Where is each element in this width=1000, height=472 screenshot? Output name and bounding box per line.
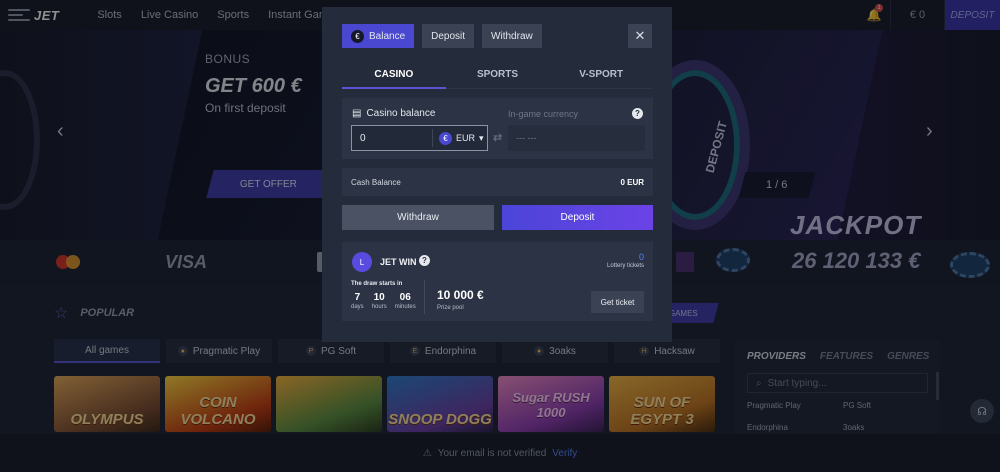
prize-pool-value: 10 000 €: [437, 288, 484, 302]
euro-icon: €: [351, 29, 364, 43]
wallet-mode-buttons: € Balance Deposit Withdraw: [342, 24, 542, 48]
casino-balance-box: ▤ Casino balance In-game currency ? € EU…: [342, 98, 653, 159]
close-icon[interactable]: ✕: [628, 24, 652, 48]
euro-icon: €: [439, 131, 452, 145]
tab-casino[interactable]: CASINO: [342, 61, 446, 89]
minutes-value: 06: [399, 292, 411, 303]
wallet-tabs: CASINO SPORTS V-SPORT: [342, 61, 654, 89]
days-value: 7: [354, 292, 361, 303]
cash-balance-label: Cash Balance: [351, 177, 401, 187]
deposit-button[interactable]: Deposit: [422, 24, 475, 48]
ingame-currency-label: In-game currency: [508, 109, 579, 119]
divider: [424, 280, 425, 314]
help-icon[interactable]: ?: [419, 255, 430, 266]
countdown-minutes: 06 minutes: [395, 292, 416, 310]
countdown-hours: 10 hours: [372, 292, 387, 310]
currency-select[interactable]: € EUR ▾: [432, 129, 484, 147]
withdraw-action-button[interactable]: Withdraw: [342, 205, 494, 230]
caret-down-icon: ▾: [479, 132, 484, 143]
draw-starts-label: The draw starts in: [351, 281, 403, 287]
lottery-tickets-label: Lottery tickets: [606, 263, 644, 269]
draw-countdown: 7 days 10 hours 06 minutes: [351, 292, 416, 310]
deposit-action-button[interactable]: Deposit: [502, 205, 653, 230]
amount-input[interactable]: [352, 127, 430, 149]
wallet-modal: € Balance Deposit Withdraw ✕ CASINO SPOR…: [322, 7, 672, 342]
jet-win-logo: L: [352, 252, 372, 272]
balance-button[interactable]: € Balance: [342, 24, 415, 48]
swap-icon[interactable]: ⇄: [493, 131, 502, 144]
cash-balance-row: Cash Balance 0 EUR: [342, 168, 653, 196]
jet-win-title: JET WIN: [380, 257, 417, 267]
amount-field: € EUR ▾: [351, 125, 488, 151]
minutes-label: minutes: [394, 304, 416, 310]
days-label: days: [351, 304, 364, 310]
withdraw-button[interactable]: Withdraw: [482, 24, 542, 48]
tab-v-sport[interactable]: V-SPORT: [549, 61, 654, 89]
hours-label: hours: [371, 304, 387, 310]
balance-button-label: Balance: [369, 30, 406, 42]
jet-win-lottery: L JET WIN ? 0 Lottery tickets The draw s…: [342, 242, 653, 321]
ingame-currency-input[interactable]: --- ---: [508, 125, 645, 151]
cash-balance-value: 0 EUR: [620, 177, 644, 187]
casino-balance-text: Casino balance: [366, 108, 436, 119]
get-ticket-button[interactable]: Get ticket: [591, 291, 644, 313]
help-icon[interactable]: ?: [632, 108, 643, 119]
currency-value: EUR: [456, 133, 476, 143]
prize-pool-label: Prize pool: [437, 305, 464, 311]
wallet-icon: ▤: [352, 108, 362, 119]
hours-value: 10: [373, 292, 385, 303]
countdown-days: 7 days: [351, 292, 364, 310]
lottery-tickets-count: 0: [638, 252, 644, 262]
casino-balance-label: ▤ Casino balance: [352, 108, 435, 119]
tab-sports[interactable]: SPORTS: [445, 61, 550, 89]
